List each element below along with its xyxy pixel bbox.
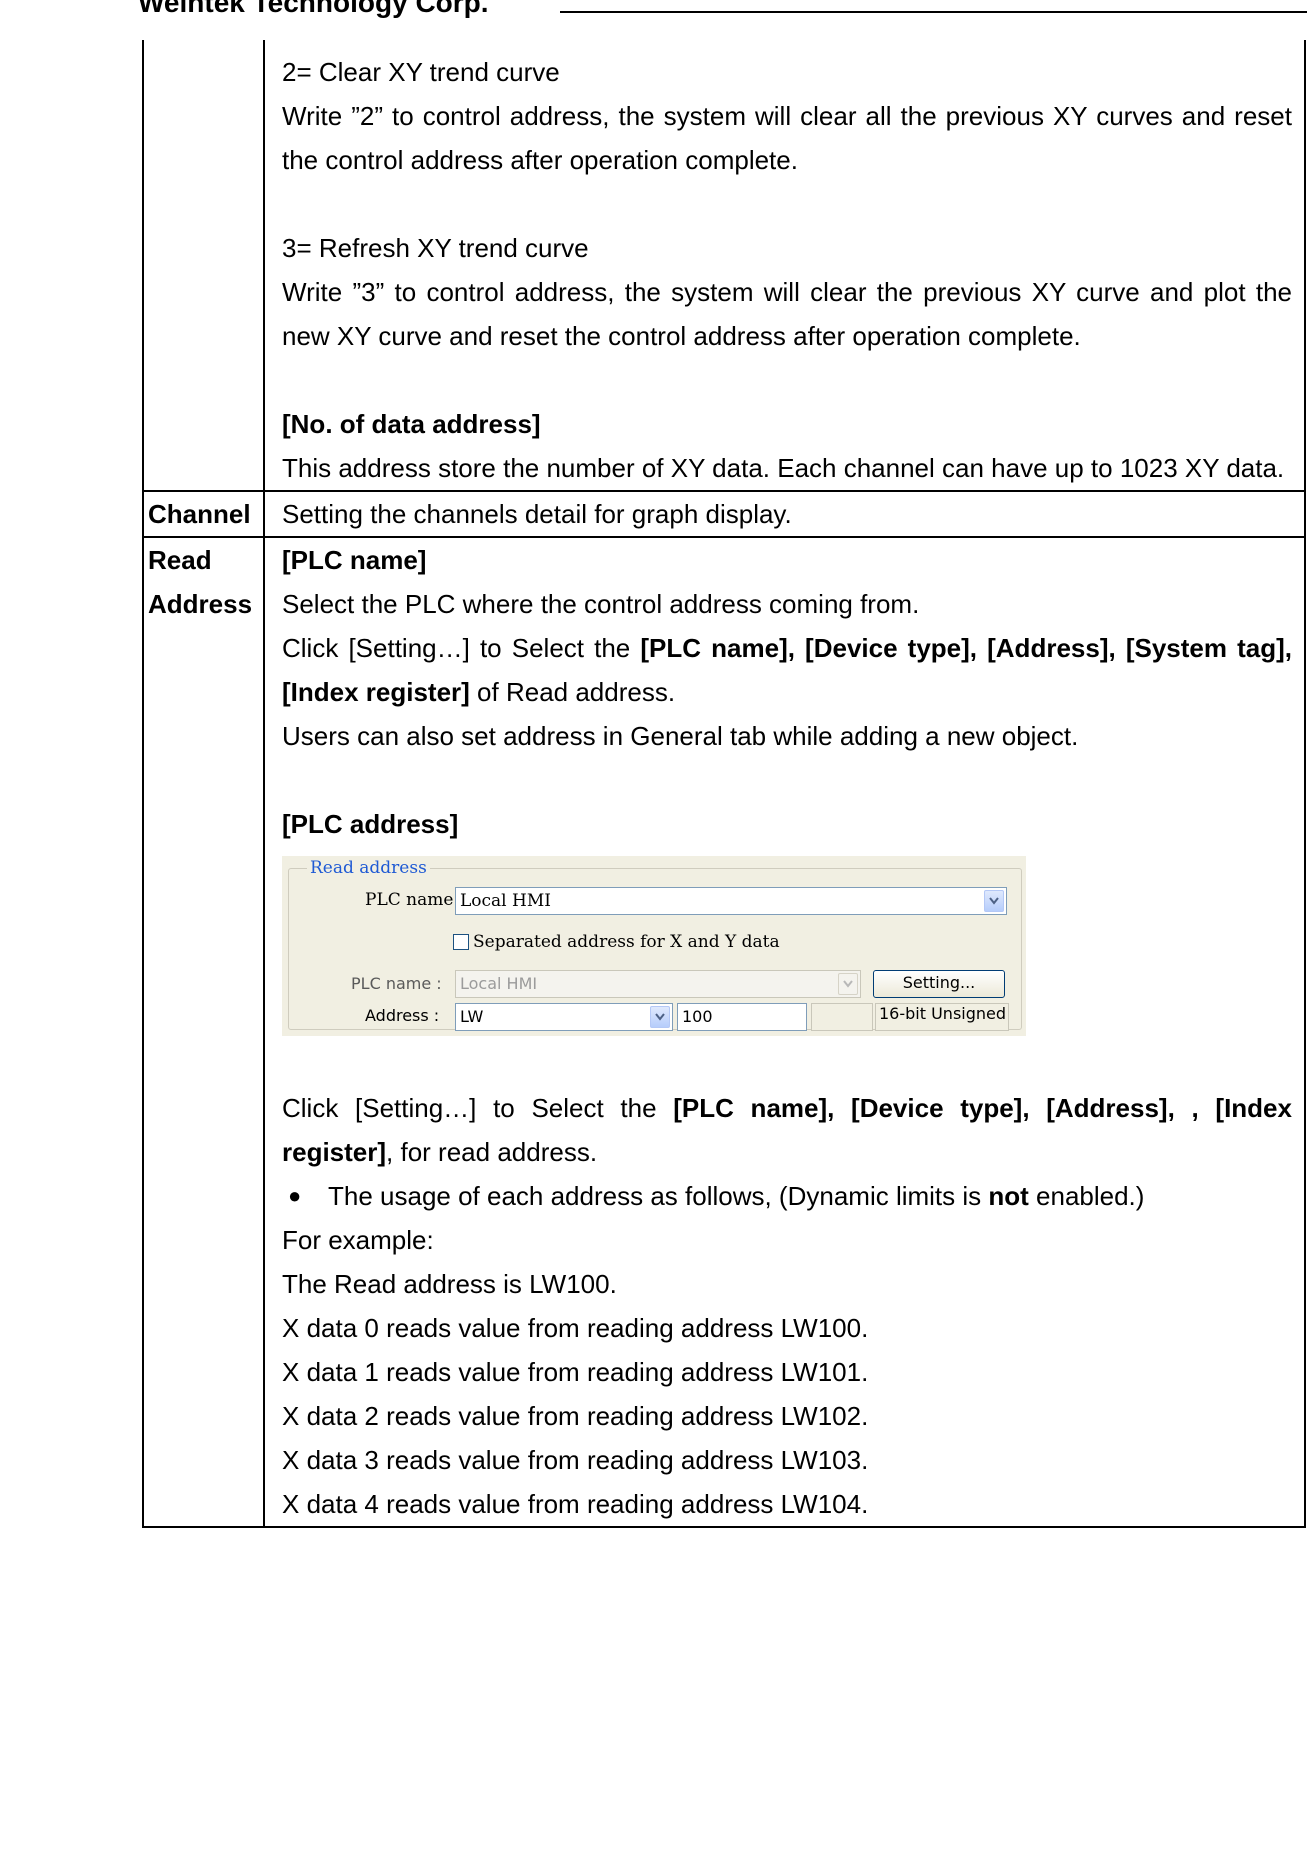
bullet-c: enabled.): [1028, 1181, 1145, 1211]
nodata-desc: This address store the number of XY data…: [282, 453, 1285, 483]
plcaddr-heading: [PLC address]: [282, 809, 459, 839]
address-label: Address :: [365, 1006, 440, 1025]
x-data-line: X data 3 reads value from reading addres…: [282, 1445, 869, 1475]
header-rule: [560, 11, 1307, 13]
plc-name2-label: PLC name :: [351, 974, 442, 993]
plc-name-value: Local HMI: [460, 891, 551, 911]
table-row: Channel Setting the channels detail for …: [142, 490, 1306, 538]
address-input[interactable]: 100: [677, 1003, 807, 1031]
click1-a: Click [Setting…] to Select the: [282, 633, 641, 663]
address-extra-field: [811, 1003, 873, 1031]
header-title: Weintek Technology Corp.: [130, 0, 497, 18]
device-type-select[interactable]: LW: [455, 1003, 673, 1031]
row-content-read-address: [PLC name] Select the PLC where the cont…: [263, 536, 1306, 1528]
spec-table: 2= Clear XY trend curve Write ”2” to con…: [142, 40, 1306, 1528]
chevron-down-icon[interactable]: [838, 973, 858, 995]
table-row: Read Address [PLC name] Select the PLC w…: [142, 536, 1306, 1528]
x-data-line: X data 1 reads value from reading addres…: [282, 1357, 869, 1387]
device-type-value: LW: [460, 1007, 484, 1026]
bullet-a: The usage of each address as follows, (D…: [328, 1181, 989, 1211]
data-format-field: 16-bit Unsigned: [875, 1003, 1009, 1031]
refresh-title: 3= Refresh XY trend curve: [282, 233, 589, 263]
click-setting-1: Click [Setting…] to Select the [PLC name…: [282, 626, 1292, 714]
plcname-heading: [PLC name]: [282, 545, 427, 575]
table-row: 2= Clear XY trend curve Write ”2” to con…: [142, 40, 1306, 492]
row-label-channel: Channel: [142, 490, 265, 538]
x-data-line: X data 4 reads value from reading addres…: [282, 1489, 869, 1519]
usage-bullet-text: The usage of each address as follows, (D…: [328, 1174, 1292, 1218]
select-text: Select the PLC where the control address…: [282, 589, 920, 619]
chevron-down-icon[interactable]: [984, 890, 1004, 912]
usage-bullet: ● The usage of each address as follows, …: [282, 1174, 1292, 1218]
nodata-heading: [No. of data address]: [282, 409, 541, 439]
refresh-desc: Write ”3” to control address, the system…: [282, 277, 1292, 351]
read-address-is: The Read address is LW100.: [282, 1269, 617, 1299]
x-data-line: X data 2 reads value from reading addres…: [282, 1401, 869, 1431]
bullet-b: not: [988, 1181, 1029, 1211]
bullet-icon: ●: [288, 1183, 302, 1208]
click2-a: Click [Setting…] to Select the: [282, 1093, 674, 1123]
separated-label: Separated address for X and Y data: [473, 932, 780, 952]
click2-d: , for read address.: [386, 1137, 598, 1167]
click2-b: [PLC name], [Device type], [Address], ,: [673, 1093, 1199, 1123]
row-content-control: 2= Clear XY trend curve Write ”2” to con…: [263, 40, 1306, 492]
read-address-dialog: Read address PLC name : Local HMI Separa…: [282, 856, 1026, 1036]
setting-button[interactable]: Setting...: [873, 970, 1005, 998]
separated-checkbox[interactable]: [453, 934, 469, 950]
clear-title: 2= Clear XY trend curve: [282, 57, 560, 87]
address-value: 100: [682, 1007, 713, 1026]
label-line-1: Read: [148, 545, 212, 575]
example-label: For example:: [282, 1225, 434, 1255]
plc-name-select[interactable]: Local HMI: [455, 887, 1007, 915]
click1-b: [PLC name], [Device type], [Address],: [640, 633, 1116, 663]
row-label-read-address: Read Address: [142, 536, 265, 1528]
plc-name2-value: Local HMI: [460, 974, 538, 993]
x-data-list: X data 0 reads value from reading addres…: [282, 1306, 1292, 1526]
row-label-empty: [142, 40, 265, 492]
users-text: Users can also set address in General ta…: [282, 721, 1079, 751]
group-legend: Read address: [307, 857, 430, 879]
clear-desc: Write ”2” to control address, the system…: [282, 101, 1292, 175]
x-data-line: X data 0 reads value from reading addres…: [282, 1313, 869, 1343]
plc-name2-select[interactable]: Local HMI: [455, 970, 861, 998]
plc-name-label: PLC name :: [365, 890, 465, 910]
chevron-down-icon[interactable]: [650, 1006, 670, 1028]
label-line-2: Address: [148, 589, 253, 619]
row-content-channel: Setting the channels detail for graph di…: [263, 490, 1306, 538]
click-setting-2: Click [Setting…] to Select the [PLC name…: [282, 1086, 1292, 1174]
click1-d: of Read address.: [469, 677, 676, 707]
read-address-group: Read address PLC name : Local HMI Separa…: [288, 857, 1022, 1031]
